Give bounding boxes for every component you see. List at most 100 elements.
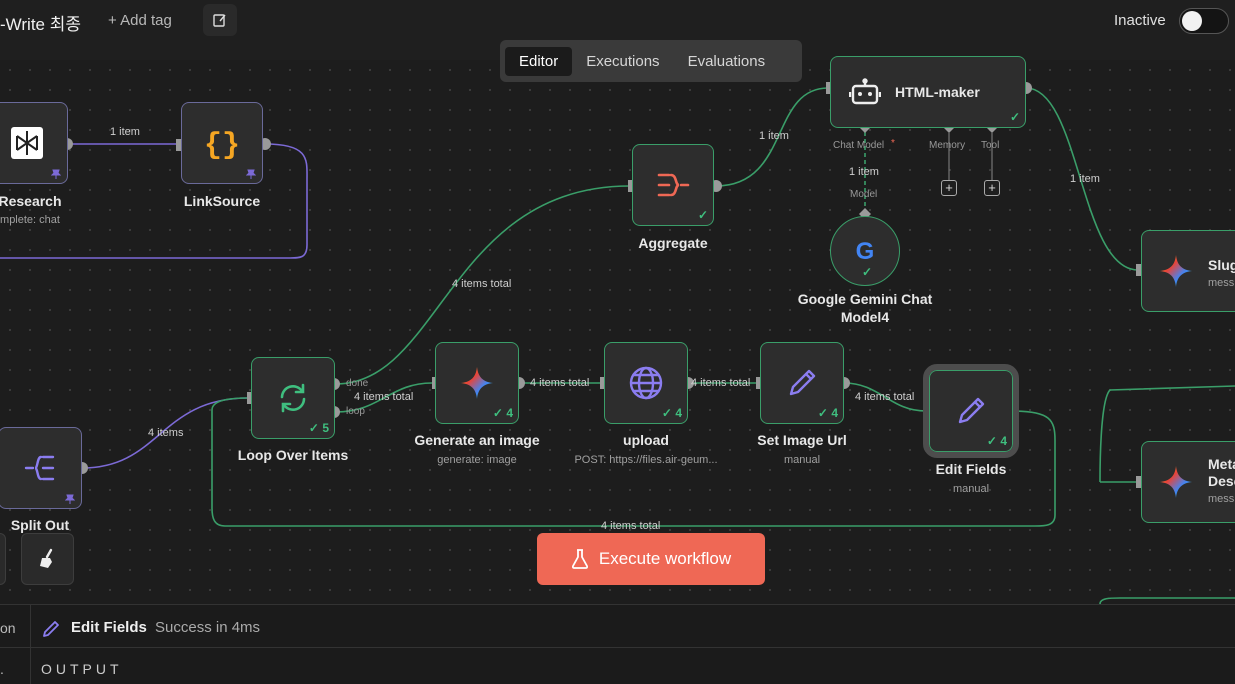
node-label-loop: Loop Over Items [237,447,349,463]
success-check-icon: ✓ 4 [661,406,682,420]
run-count: 4 [675,406,682,420]
tab-editor[interactable]: Editor [505,46,573,76]
run-count: 4 [506,406,513,420]
node-upload[interactable]: ✓ 4 [604,342,688,424]
node-sub-edit-fields: manual [952,483,990,495]
node-label-upload: upload [623,432,669,448]
port-label-memory: Memory [929,140,966,151]
node-label-meta-2: Desc [1208,473,1235,489]
pencil-icon [958,397,985,424]
wire-label: 4 items total [855,391,915,403]
execute-workflow-button[interactable]: Execute workflow [537,533,765,585]
clear-execution-button[interactable] [21,533,74,585]
robot-icon [849,78,881,105]
node-set-image-url[interactable]: ✓ 4 [760,342,844,424]
node-label-edit-fields: Edit Fields [935,461,1007,477]
node-gemini-chat[interactable]: G ✓ [830,216,900,286]
port-label-done: done [346,378,369,389]
wire-label: 1 item [849,166,879,178]
node-label-research: Research [0,193,62,209]
node-aggregate[interactable]: ✓ [632,144,714,226]
success-check-icon: ✓ 4 [492,406,513,420]
panel-divider [30,605,31,684]
required-marker: * [891,138,895,149]
node-linksource[interactable]: {} [181,102,263,184]
broom-icon [39,548,52,568]
wire-label: 1 item [1070,173,1100,185]
add-memory-button[interactable]: + [941,180,957,196]
wire-label: 4 items total [691,377,751,389]
wire-label: 4 items [148,427,184,439]
output-section-title: OUTPUT [41,661,123,677]
port-label-chat-model: Chat Model [833,140,885,151]
run-count: 4 [831,406,838,420]
wire-label: 4 items total [601,520,661,532]
gemini-sparkle-icon [461,367,493,399]
wire-label: 1 item [759,130,789,142]
pencil-icon [43,621,59,637]
port-label-loop: loop [346,406,365,417]
success-check-icon: ✓ 5 [308,421,329,435]
success-check-icon: ✓ [697,208,708,222]
split-icon [24,455,55,481]
node-sub-set-image: manual [783,454,821,466]
port-label: Model [850,189,878,200]
svg-text:G: G [856,238,875,265]
flask-icon [571,549,588,569]
gemini-sparkle-icon [1160,255,1192,287]
panel-divider [0,647,1235,648]
node-html-maker[interactable]: HTML-maker ✓ [830,56,1026,128]
pin-icon [246,169,256,179]
node-sub-generate: generate: image [437,454,517,466]
success-check-icon: ✓ 4 [817,406,838,420]
success-check-icon: ✓ [1009,110,1020,124]
node-label-generate: Generate an image [414,432,540,448]
view-tabs: Editor Executions Evaluations [500,40,802,82]
node-edit-fields[interactable]: ✓ 4 [923,364,1019,458]
run-count: 4 [1000,434,1007,448]
connection-wires [0,82,1235,604]
svg-text:{}: {} [204,129,240,160]
pin-icon [65,494,75,504]
node-split-out[interactable] [0,427,82,509]
node-sub-upload: POST: https://files.air-geum... [574,454,718,466]
gemini-sparkle-icon [1160,466,1192,498]
wire-label: 4 items total [452,278,512,290]
run-count: 5 [322,421,329,435]
add-tool-button[interactable]: + [984,180,1000,196]
tab-evaluations[interactable]: Evaluations [674,47,780,76]
aggregate-icon [657,173,690,197]
node-meta-description[interactable]: Meta Desc mess [1141,441,1235,523]
pin-icon [51,169,61,179]
node-label-gemini-2: Model4 [840,309,890,325]
wire-label: 1 item [110,126,140,138]
output-node-name: Edit Fields [71,619,147,636]
output-panel: on . Edit Fields Success in 4ms OUTPUT [0,604,1235,684]
node-label-html-maker: HTML-maker [895,84,980,100]
node-sub-research: mplete: chat [0,214,60,226]
wire-label: 4 items total [354,391,414,403]
execute-label: Execute workflow [598,549,732,568]
loop-arrows-icon [280,383,306,413]
node-generate-image[interactable]: ✓ 4 [435,342,519,424]
node-label-set-image: Set Image Url [757,432,847,448]
pencil-icon [789,369,816,396]
globe-icon [629,366,663,400]
node-label-linksource: LinkSource [183,193,261,209]
node-research[interactable] [0,102,68,184]
tab-executions[interactable]: Executions [572,47,673,76]
output-status: Success in 4ms [155,619,261,636]
node-loop-over-items[interactable]: ✓ 5 [251,357,335,439]
success-check-icon: ✓ [861,265,872,279]
node-sub-slug: mess [1208,277,1235,289]
node-label-meta-1: Meta [1208,456,1235,472]
canvas-control-button[interactable] [0,533,6,585]
input-panel-text: . [0,661,4,677]
success-check-icon: ✓ 4 [986,434,1007,448]
node-sub-meta: mess [1208,493,1235,505]
port-label-tool: Tool [981,140,1000,151]
node-label-gemini-1: Google Gemini Chat [797,291,933,307]
wire-label: 4 items total [530,377,590,389]
node-slug[interactable]: Slug mess [1141,230,1235,312]
node-label-slug: Slug [1208,257,1235,273]
